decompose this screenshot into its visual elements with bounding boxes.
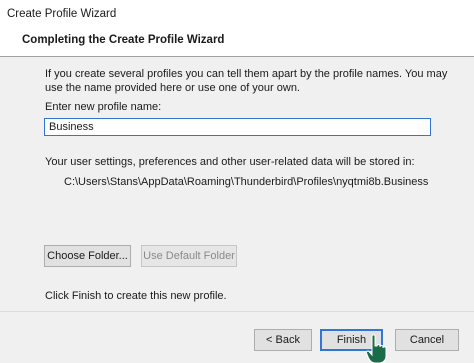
wizard-header: Completing the Create Profile Wizard (0, 28, 474, 56)
hand-pointer-icon (366, 334, 387, 363)
profile-name-label: Enter new profile name: (45, 101, 162, 113)
back-button[interactable]: < Back (254, 329, 312, 351)
storage-path: C:\Users\Stans\AppData\Roaming\Thunderbi… (64, 176, 429, 188)
choose-folder-button[interactable]: Choose Folder... (44, 245, 131, 267)
finish-note: Click Finish to create this new profile. (45, 290, 227, 302)
window-title: Create Profile Wizard (7, 8, 117, 20)
cancel-button[interactable]: Cancel (395, 329, 459, 351)
wizard-heading: Completing the Create Profile Wizard (22, 34, 225, 46)
profile-name-input[interactable] (44, 118, 431, 136)
use-default-folder-button[interactable]: Use Default Folder (141, 245, 237, 267)
intro-text: If you create several profiles you can t… (45, 68, 448, 94)
title-bar: Create Profile Wizard (0, 0, 474, 28)
wizard-page: If you create several profiles you can t… (0, 57, 474, 311)
wizard-footer: < Back Finish Cancel (0, 312, 474, 363)
storage-location-label: Your user settings, preferences and othe… (45, 156, 415, 168)
